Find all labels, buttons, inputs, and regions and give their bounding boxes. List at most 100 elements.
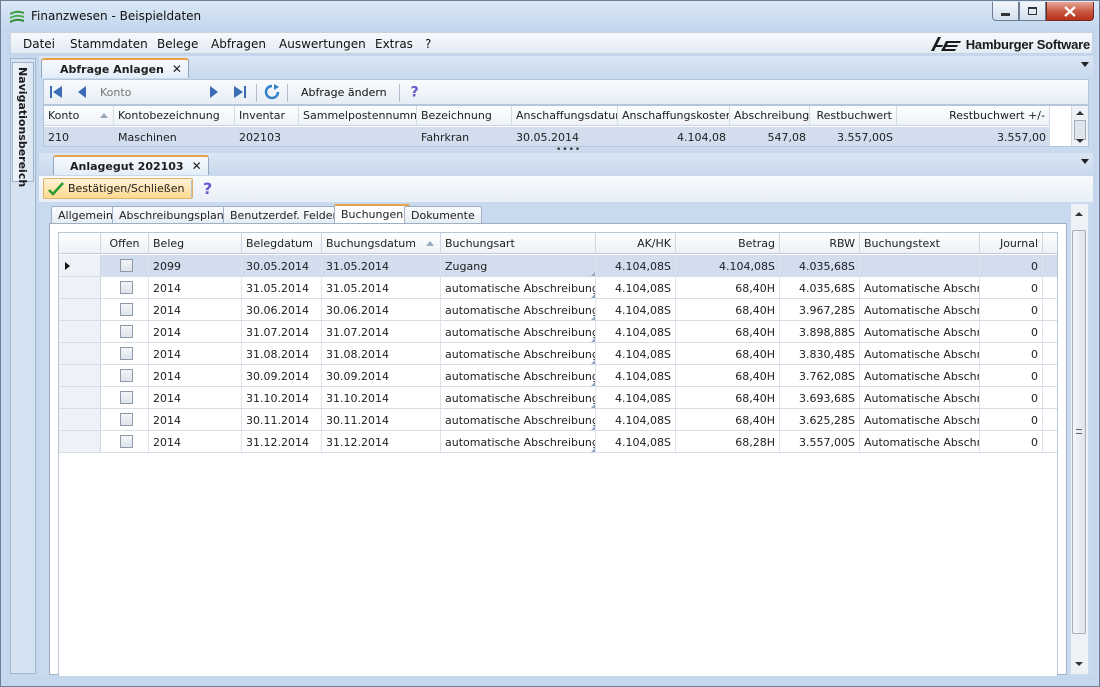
table-row[interactable]: 2014 31.08.2014 31.08.2014 automatische Abs… [59,343,1057,365]
table-row[interactable]: 2014 31.07.2014 31.07.2014 automatische Abs… [59,321,1057,343]
menu-extras[interactable]: Extras [375,37,413,51]
row-indicator[interactable] [59,321,101,342]
cell-buchungstext: Automatische Abschr... [860,299,980,320]
offen-checkbox[interactable] [120,303,133,316]
scroll-down-icon[interactable] [1075,662,1083,666]
last-record-icon[interactable] [232,84,248,100]
row-indicator[interactable] [59,431,101,452]
offen-checkbox[interactable] [120,413,133,426]
cell-buchungsdatum: 31.05.2014 [322,277,441,298]
table-row[interactable]: 2099 30.05.2014 31.05.2014 Zugang 4.104,08S 4… [59,255,1057,277]
tab-buchungen[interactable]: Buchungen [334,204,411,225]
col-anschaffungskosten[interactable]: Anschaffungskosten [618,106,730,126]
menu-stammdaten[interactable]: Stammdaten [70,37,148,51]
table-row[interactable]: 2014 30.09.2014 30.09.2014 automatische Abs… [59,365,1057,387]
col-bezeichnung[interactable]: Bezeichnung [417,106,512,126]
tab-abschreibungsplan[interactable]: Abschreibungsplan [112,206,231,224]
offen-checkbox[interactable] [120,281,133,294]
col-inventar[interactable]: Inventar [235,106,299,126]
row-indicator[interactable] [59,343,101,364]
offen-checkbox[interactable] [120,391,133,404]
tab-benutzerdef-felder[interactable]: Benutzerdef. Felder [223,206,345,224]
menu-abfragen[interactable]: Abfragen [211,37,266,51]
tab-allgemein[interactable]: Allgemein [51,206,120,224]
confirm-close-button[interactable]: Bestätigen/Schließen [43,178,194,199]
col-abschreibung[interactable]: Abschreibung [730,106,810,126]
app-logo-icon [10,10,24,23]
cell-beleg: 2014 [149,409,242,430]
maximize-button[interactable] [1019,2,1046,21]
detail-scrollbar[interactable] [1071,204,1088,674]
table-row[interactable]: 210 Maschinen 202103 Fahrkran 30.05.2014… [44,127,1050,146]
help-icon[interactable]: ? [407,83,423,99]
col-restbuchwert-diff[interactable]: Restbuchwert +/- [897,106,1050,126]
scroll-up-icon[interactable] [1076,111,1084,115]
cell-beleg: 2099 [149,255,242,276]
tab-list-dropdown-icon[interactable] [1081,62,1089,67]
refresh-icon[interactable] [264,84,280,100]
col-konto[interactable]: Konto [44,106,114,126]
tab-anlagegut[interactable]: Anlagegut 202103 ✕ [53,155,209,175]
change-query-button[interactable]: Abfrage ändern [301,86,387,99]
konto-search-input[interactable] [98,82,198,102]
row-indicator[interactable] [59,409,101,430]
col-beleg[interactable]: Beleg [149,233,242,254]
col-buchungstext[interactable]: Buchungstext [860,233,980,254]
col-anschaffungsdatum[interactable]: Anschaffungsdatum [512,106,618,126]
previous-record-icon[interactable] [74,84,90,100]
cell-buchungstext: Automatische Abschr... [860,431,980,452]
row-indicator[interactable] [59,387,101,408]
close-tab-icon[interactable]: ✕ [172,62,182,76]
tab-list-dropdown-icon[interactable] [1081,159,1089,164]
row-indicator[interactable] [59,365,101,386]
menu-auswertungen[interactable]: Auswertungen [279,37,366,51]
table-row[interactable]: 2014 30.06.2014 30.06.2014 automatische Abs… [59,299,1057,321]
close-window-button[interactable] [1046,2,1094,21]
table-row[interactable]: 2014 30.11.2014 30.11.2014 automatische Abs… [59,409,1057,431]
cell-marker-icon [591,404,595,408]
scroll-thumb[interactable] [1072,230,1086,634]
first-record-icon[interactable] [48,84,64,100]
cell-buchungstext: Automatische Abschr... [860,409,980,430]
tab-abfrage-anlagen[interactable]: Abfrage Anlagen ✕ [41,58,189,78]
col-buchungsdatum[interactable]: Buchungsdatum [322,233,441,254]
title-bar: Finanzwesen - Beispieldaten [1,1,1099,31]
table-row[interactable]: 2014 31.12.2014 31.12.2014 automatische Abs… [59,431,1057,453]
help-icon[interactable]: ? [200,179,216,197]
tab-dokumente[interactable]: Dokumente [404,206,482,224]
col-kontobezeichnung[interactable]: Kontobezeichnung [114,106,235,126]
scroll-up-icon[interactable] [1075,212,1083,216]
offen-checkbox[interactable] [120,347,133,360]
col-sammelpostennummer[interactable]: Sammelpostennummer [299,106,417,126]
col-restbuchwert[interactable]: Restbuchwert [810,106,897,126]
table-row[interactable]: 2014 31.05.2014 31.05.2014 automatische Abs… [59,277,1057,299]
offen-checkbox[interactable] [120,259,133,272]
cell-restbuchwert: 3.557,00S [837,131,893,144]
row-indicator[interactable] [59,255,101,276]
col-akhk[interactable]: AK/HK [596,233,676,254]
col-rbw[interactable]: RBW [780,233,860,254]
col-journal[interactable]: Journal [980,233,1043,254]
col-belegdatum[interactable]: Belegdatum [242,233,322,254]
scroll-down-icon[interactable] [1076,139,1084,143]
col-offen[interactable]: Offen [101,233,149,254]
offen-checkbox[interactable] [120,325,133,338]
minimize-button[interactable] [992,2,1019,21]
menu-help[interactable]: ? [425,37,431,51]
offen-checkbox[interactable] [120,435,133,448]
close-tab-icon[interactable]: ✕ [192,159,202,173]
table-row[interactable]: 2014 31.10.2014 31.10.2014 automatische Abs… [59,387,1057,409]
scroll-thumb[interactable] [1074,120,1086,140]
row-indicator[interactable] [59,277,101,298]
cell-buchungsdatum: 30.11.2014 [322,409,441,430]
col-buchungsart[interactable]: Buchungsart [441,233,596,254]
cell-bezeichnung: Fahrkran [421,131,470,144]
col-betrag[interactable]: Betrag [676,233,780,254]
menu-belege[interactable]: Belege [157,37,198,51]
navigation-panel-tab[interactable]: Navigationsbereich [12,62,34,187]
grid1-scrollbar[interactable] [1071,106,1088,146]
row-indicator[interactable] [59,299,101,320]
offen-checkbox[interactable] [120,369,133,382]
next-record-icon[interactable] [206,84,222,100]
menu-datei[interactable]: Datei [23,37,55,51]
